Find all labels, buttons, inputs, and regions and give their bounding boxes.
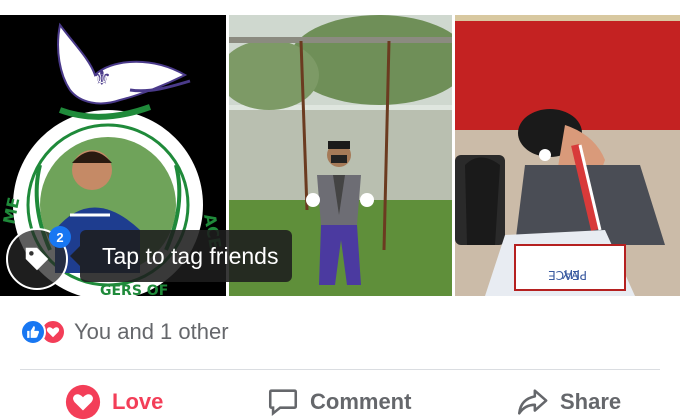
- divider: [20, 369, 660, 370]
- share-button[interactable]: Share: [514, 384, 621, 420]
- comment-label: Comment: [310, 389, 412, 414]
- like-icon: [20, 319, 46, 345]
- photo-grid: ⚜ ME ACE GERS OF: [0, 0, 680, 296]
- love-button[interactable]: Love: [64, 384, 163, 420]
- share-label: Share: [560, 389, 622, 414]
- share-icon: [517, 389, 548, 415]
- comment-button[interactable]: Comment: [266, 384, 411, 420]
- svg-text:GERS OF: GERS OF: [100, 283, 168, 296]
- tag-icon: [25, 247, 49, 271]
- comment-icon: [268, 389, 298, 416]
- action-bar: Love Comment Share: [0, 384, 680, 420]
- love-label: Love: [112, 389, 164, 414]
- svg-text:PEACE: PEACE: [548, 268, 587, 282]
- tag-count-badge: 2: [49, 226, 71, 248]
- svg-text:⚜: ⚜: [92, 66, 112, 91]
- reaction-summary-text: You and 1 other: [74, 319, 229, 344]
- reactions-summary[interactable]: You and 1 other: [20, 316, 229, 348]
- photo-drawing[interactable]: MY PEACE: [455, 15, 680, 296]
- tag-tooltip[interactable]: Tap to tag friends: [69, 230, 293, 282]
- love-reaction-icon: [65, 384, 101, 420]
- drawing-image: MY PEACE: [455, 15, 680, 296]
